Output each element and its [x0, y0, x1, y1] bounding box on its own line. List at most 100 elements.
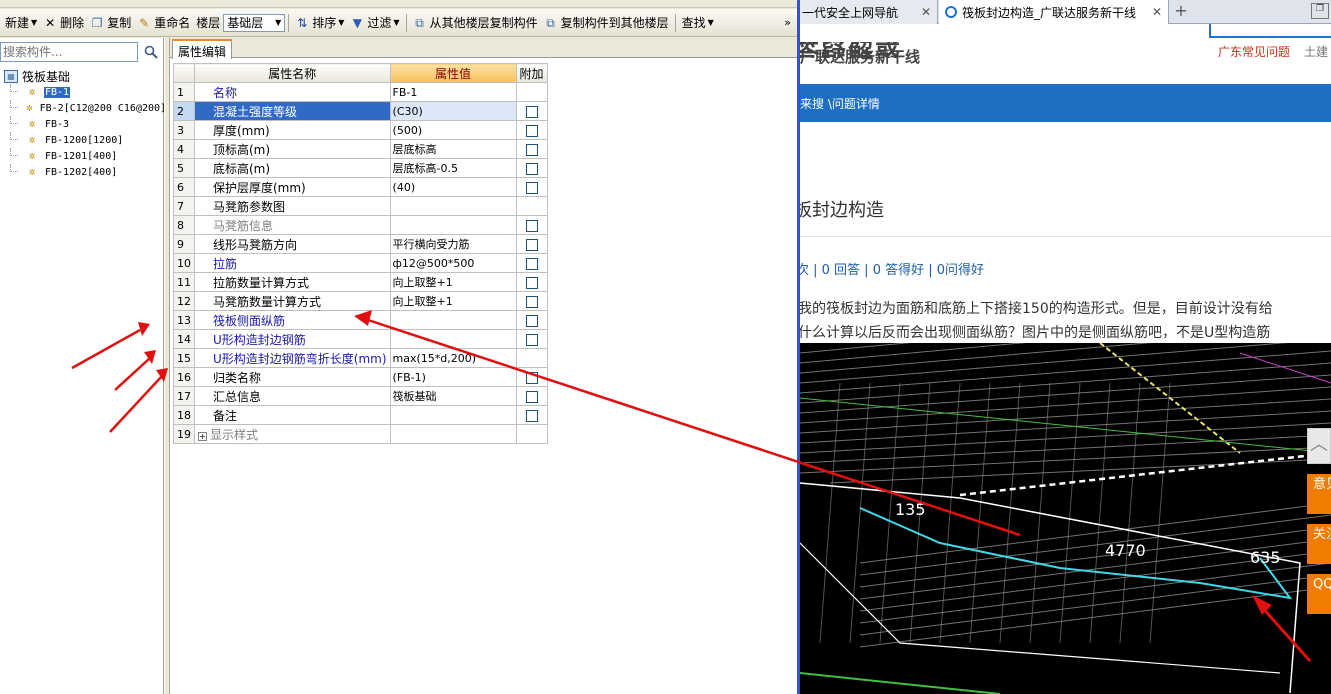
tree-item[interactable]: ✲ FB-2[C12@200 C16@200] [4, 100, 164, 116]
restore-window-icon[interactable]: ❐ [1311, 3, 1329, 19]
tree-root-raft-foundation[interactable]: ▦ 筏板基础 [4, 68, 164, 84]
delete-button[interactable]: ✕ 删除 [40, 12, 87, 34]
property-value-cell[interactable]: 层底标高-0.5 [389, 158, 517, 178]
extra-checkbox[interactable] [525, 295, 538, 308]
property-value-cell[interactable]: max(15*d,200) [389, 348, 517, 368]
property-name-cell[interactable]: 备注 [194, 405, 391, 425]
property-row[interactable]: 13 筏板侧面纵筋 [173, 310, 548, 330]
property-value-cell[interactable]: 平行横向受力筋 [389, 234, 517, 254]
property-row[interactable]: 9 线形马凳筋方向 平行横向受力筋 [173, 234, 548, 254]
property-name-cell[interactable]: 混凝土强度等级 [194, 101, 391, 121]
property-value-cell[interactable] [389, 215, 517, 235]
property-row[interactable]: 8 马凳筋信息 [173, 215, 548, 235]
close-icon[interactable]: ✕ [1152, 5, 1162, 19]
extra-checkbox[interactable] [525, 219, 538, 232]
property-name-cell[interactable]: 保护层厚度(mm) [194, 177, 391, 197]
copy-from-other-floor-button[interactable]: ⧉ 从其他楼层复制构件 [410, 12, 541, 34]
property-name-cell[interactable]: 线形马凳筋方向 [194, 234, 391, 254]
property-name-cell[interactable]: 归类名称 [194, 367, 391, 387]
rename-button[interactable]: ✎ 重命名 [134, 12, 193, 34]
property-row[interactable]: 14 U形构造封边钢筋 [173, 329, 548, 349]
tree-item[interactable]: ✲ FB-3 [4, 116, 164, 132]
extra-checkbox[interactable] [525, 371, 538, 384]
property-name-cell[interactable]: 拉筋数量计算方式 [194, 272, 391, 292]
property-row[interactable]: 17 汇总信息 筏板基础 [173, 386, 548, 406]
header-link-faq[interactable]: 广东常见问题 [1218, 43, 1290, 60]
property-name-cell[interactable]: 筏板侧面纵筋 [194, 310, 391, 330]
property-name-cell[interactable]: U形构造封边钢筋 [194, 329, 391, 349]
property-value-cell[interactable]: ф12@500*500 [389, 253, 517, 273]
property-value-cell[interactable] [389, 424, 517, 444]
property-value-cell[interactable]: 筏板基础 [389, 386, 517, 406]
extra-checkbox[interactable] [525, 409, 538, 422]
property-row[interactable]: 19 + 显示样式 [173, 424, 548, 444]
extra-checkbox[interactable] [525, 276, 538, 289]
property-name-cell[interactable]: 拉筋 [194, 253, 391, 273]
extra-checkbox[interactable] [525, 181, 538, 194]
property-value-cell[interactable]: (500) [389, 120, 517, 140]
header-link-civil[interactable]: 土建 [1304, 43, 1328, 60]
property-row[interactable]: 2 混凝土强度等级 (C30) [173, 101, 548, 121]
extra-checkbox[interactable] [525, 143, 538, 156]
property-name-cell[interactable]: 马凳筋参数图 [194, 196, 391, 216]
property-row[interactable]: 11 拉筋数量计算方式 向上取整+1 [173, 272, 548, 292]
property-row[interactable]: 16 归类名称 (FB-1) [173, 367, 548, 387]
cad-screenshot-image[interactable]: 135 4770 635 [800, 302, 1331, 694]
property-row[interactable]: 12 马凳筋数量计算方式 向上取整+1 [173, 291, 548, 311]
property-name-cell[interactable]: 底标高(m) [194, 158, 391, 178]
property-value-cell[interactable]: (40) [389, 177, 517, 197]
property-row[interactable]: 18 备注 [173, 405, 548, 425]
property-row[interactable]: 6 保护层厚度(mm) (40) [173, 177, 548, 197]
new-tab-icon[interactable]: + [1172, 3, 1190, 21]
property-name-cell[interactable]: 名称 [194, 82, 391, 102]
copy-button[interactable]: ❐ 复制 [87, 12, 134, 34]
header-property-value[interactable]: 属性值 [389, 63, 517, 83]
tree-item[interactable]: ✲ FB-1 [4, 84, 164, 100]
property-row[interactable]: 3 厚度(mm) (500) [173, 120, 548, 140]
feedback-side-button[interactable]: 意见反馈 [1307, 474, 1331, 514]
property-name-cell[interactable]: 马凳筋信息 [194, 215, 391, 235]
property-name-cell[interactable]: 汇总信息 [194, 386, 391, 406]
breadcrumb[interactable]: 来搜 \问题详情 [800, 97, 880, 111]
filter-button[interactable]: ▼ 过滤 ▼ [347, 12, 402, 34]
property-name-cell[interactable]: 厚度(mm) [194, 120, 391, 140]
extra-checkbox[interactable] [525, 124, 538, 137]
property-row[interactable]: 4 顶标高(m) 层底标高 [173, 139, 548, 159]
property-value-cell[interactable]: (FB-1) [389, 367, 517, 387]
extra-checkbox[interactable] [525, 105, 538, 118]
close-icon[interactable]: ✕ [921, 5, 931, 19]
extra-checkbox[interactable] [525, 257, 538, 270]
copy-to-other-floor-button[interactable]: ⧉ 复制构件到其他楼层 [541, 12, 672, 34]
property-value-cell[interactable] [389, 329, 517, 349]
property-name-cell[interactable]: + 显示样式 [194, 424, 391, 444]
tree-item[interactable]: ✲ FB-1200[1200] [4, 132, 164, 148]
search-icon[interactable] [140, 42, 162, 62]
property-row[interactable]: 5 底标高(m) 层底标高-0.5 [173, 158, 548, 178]
property-row[interactable]: 15 U形构造封边钢筋弯折长度(mm) max(15*d,200) [173, 348, 548, 368]
follow-side-button[interactable]: 关注我们 [1307, 524, 1331, 564]
extra-checkbox[interactable] [525, 238, 538, 251]
property-name-cell[interactable]: 顶标高(m) [194, 139, 391, 159]
site-search-box[interactable] [1209, 24, 1331, 38]
property-row[interactable]: 10 拉筋 ф12@500*500 [173, 253, 548, 273]
property-value-cell[interactable] [389, 196, 517, 216]
property-value-cell[interactable]: 向上取整+1 [389, 291, 517, 311]
sort-button[interactable]: ⇅ 排序 ▼ [292, 12, 347, 34]
extra-checkbox[interactable] [525, 390, 538, 403]
tab-property-edit[interactable]: 属性编辑 [172, 39, 233, 59]
extra-checkbox[interactable] [525, 333, 538, 346]
tree-item[interactable]: ✲ FB-1201[400] [4, 148, 164, 164]
new-button[interactable]: 新建 ▼ [2, 12, 40, 34]
header-extra[interactable]: 附加 [515, 63, 548, 83]
qq-side-button[interactable]: QQ咨询 [1307, 574, 1331, 614]
toolbar-overflow-icon[interactable]: » [784, 16, 797, 29]
property-value-cell[interactable]: (C30) [389, 101, 517, 121]
property-value-cell[interactable] [389, 405, 517, 425]
scroll-top-button[interactable]: ︿ [1307, 428, 1331, 464]
property-row[interactable]: 1 名称 FB-1 [173, 82, 548, 102]
tree-item[interactable]: ✲ FB-1202[400] [4, 164, 164, 180]
property-value-cell[interactable] [389, 310, 517, 330]
extra-checkbox[interactable] [525, 162, 538, 175]
property-row[interactable]: 7 马凳筋参数图 [173, 196, 548, 216]
property-value-cell[interactable]: FB-1 [389, 82, 517, 102]
